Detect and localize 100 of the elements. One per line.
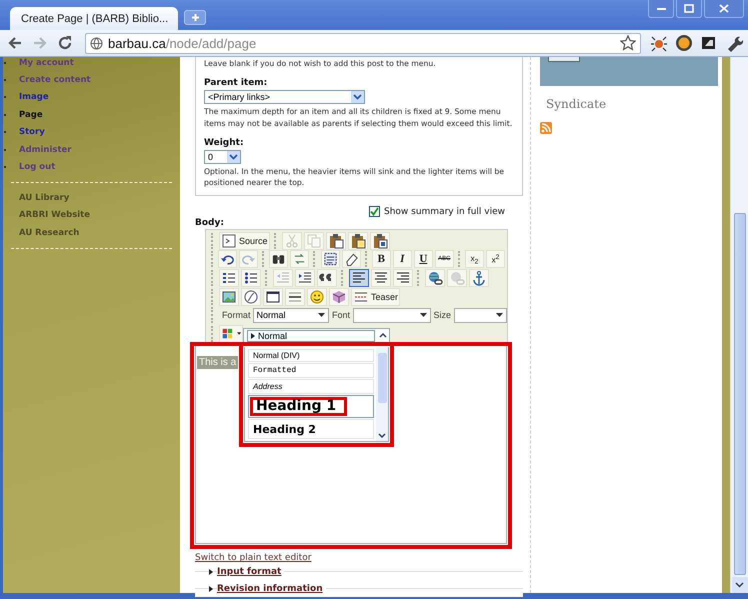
combo-label: Size [434,310,452,320]
checkmark-icon [370,207,379,216]
star-icon[interactable] [620,35,636,51]
unlink-icon [449,270,465,286]
square-icon[interactable] [700,34,718,52]
paste-text-icon [350,232,366,249]
maximize-icon [684,4,694,13]
minimize-button[interactable] [648,0,674,18]
close-icon [719,4,729,13]
undo-button[interactable] [218,250,238,268]
anchor-icon [471,270,487,286]
reload-button[interactable] [56,34,74,52]
coin-icon[interactable] [675,34,693,52]
scrollbar[interactable] [730,57,748,593]
link-icon [427,270,443,286]
browser-tab[interactable]: Create Page | (BARB) Biblio... [10,7,178,30]
copy-icon [306,232,322,249]
window-frame-icon [265,288,281,305]
forward-arrow-icon [32,35,48,51]
select-all-icon [322,251,338,268]
maximize-button[interactable] [676,0,702,18]
bold-button[interactable]: B [372,250,391,268]
back-arrow-icon [7,35,23,51]
bulleted-list-button[interactable] [241,268,261,287]
format-combo[interactable]: Normal [253,308,329,323]
format-option[interactable]: Address [248,379,374,394]
caret-icon [420,313,426,318]
format-option[interactable]: Formatted [248,363,374,378]
reload-icon [57,35,73,51]
fieldset-toggle-link[interactable]: Revision information [217,584,326,594]
cube-icon [331,288,347,305]
field-label: Weight: [204,136,245,149]
teaser-button[interactable]: Teaser [351,288,400,306]
paste-icon [328,232,344,249]
text-color-button[interactable] [219,324,243,343]
scrollbar-thumb[interactable] [734,213,746,575]
minimize-icon [656,8,666,10]
new-tab-button[interactable] [184,10,206,25]
field-label: Body: [195,217,225,230]
window-frame-button[interactable] [263,288,283,306]
horizontal-rule-button[interactable] [285,288,305,306]
field-label: Parent item: [204,77,268,90]
format-option[interactable]: Heading 2 [248,419,374,440]
caret-icon [236,332,241,336]
paste-button[interactable] [326,232,346,250]
image-button[interactable] [219,288,239,306]
align-center-button[interactable] [371,268,391,287]
subscript-button[interactable]: x$_{2}$ [465,250,484,268]
scrollbar-thumb[interactable] [378,353,386,404]
indent-button[interactable] [295,268,315,287]
checkbox-label: Show summary in full view [384,206,505,217]
image-icon [221,288,237,305]
replace-button[interactable] [290,250,310,268]
dropdown-scrollbar[interactable] [376,347,388,442]
block-button[interactable] [548,57,580,62]
triangle-icon [251,333,255,340]
blockquote-button[interactable] [317,268,337,287]
parent-item-select[interactable]: <Primary links> [204,90,365,104]
italic-button[interactable]: I [392,250,412,268]
scroll-down-button[interactable] [732,577,748,593]
eraser-icon [344,251,359,268]
align-left-button[interactable] [349,268,369,287]
bulleted-list-icon [243,270,259,286]
smiley-button[interactable] [307,288,327,306]
current-format[interactable]: Normal [247,330,375,342]
source-button[interactable]: Source [219,232,270,250]
paste-word-icon [372,232,388,249]
select-all-button[interactable] [320,250,340,268]
block-heading: Syndicate [546,97,608,111]
format-option[interactable]: Normal (DIV) [248,349,374,362]
superscript-button[interactable]: x$^{2}$ [486,250,506,268]
bug-icon[interactable] [650,34,668,52]
close-button[interactable] [704,0,744,18]
numbered-list-button[interactable] [219,268,239,287]
align-right-button[interactable] [393,268,413,287]
combo-label: Font [332,310,350,320]
combo-label: Format [222,310,250,320]
sidebar-link[interactable]: Page [19,110,43,120]
summary-checkbox[interactable] [369,206,380,218]
eraser-button[interactable] [342,250,361,268]
underline-button[interactable]: U [414,250,433,268]
switch-editor-link[interactable]: Switch to plain text editor [195,553,523,564]
fieldset-toggle-link[interactable]: Input format [217,566,284,577]
anchor-button[interactable] [469,268,489,287]
editor-text: This is a [197,356,238,370]
caret-icon [496,313,503,318]
cube-button[interactable] [329,288,349,306]
format-option[interactable]: Heading 1 [248,395,374,418]
weight-select[interactable]: 0 [204,150,241,164]
flash-icon [243,288,259,305]
source-icon [221,232,237,249]
flash-button[interactable] [241,288,261,306]
paste-text-button[interactable] [348,232,368,250]
address-bar[interactable]: barbau.ca/node/add/page [85,32,641,54]
link-button[interactable] [425,268,445,287]
binoculars-button[interactable] [269,250,288,268]
smiley-icon [309,288,325,305]
plus-icon [190,13,200,22]
caret-icon [318,313,325,318]
paste-word-button[interactable] [370,232,390,250]
